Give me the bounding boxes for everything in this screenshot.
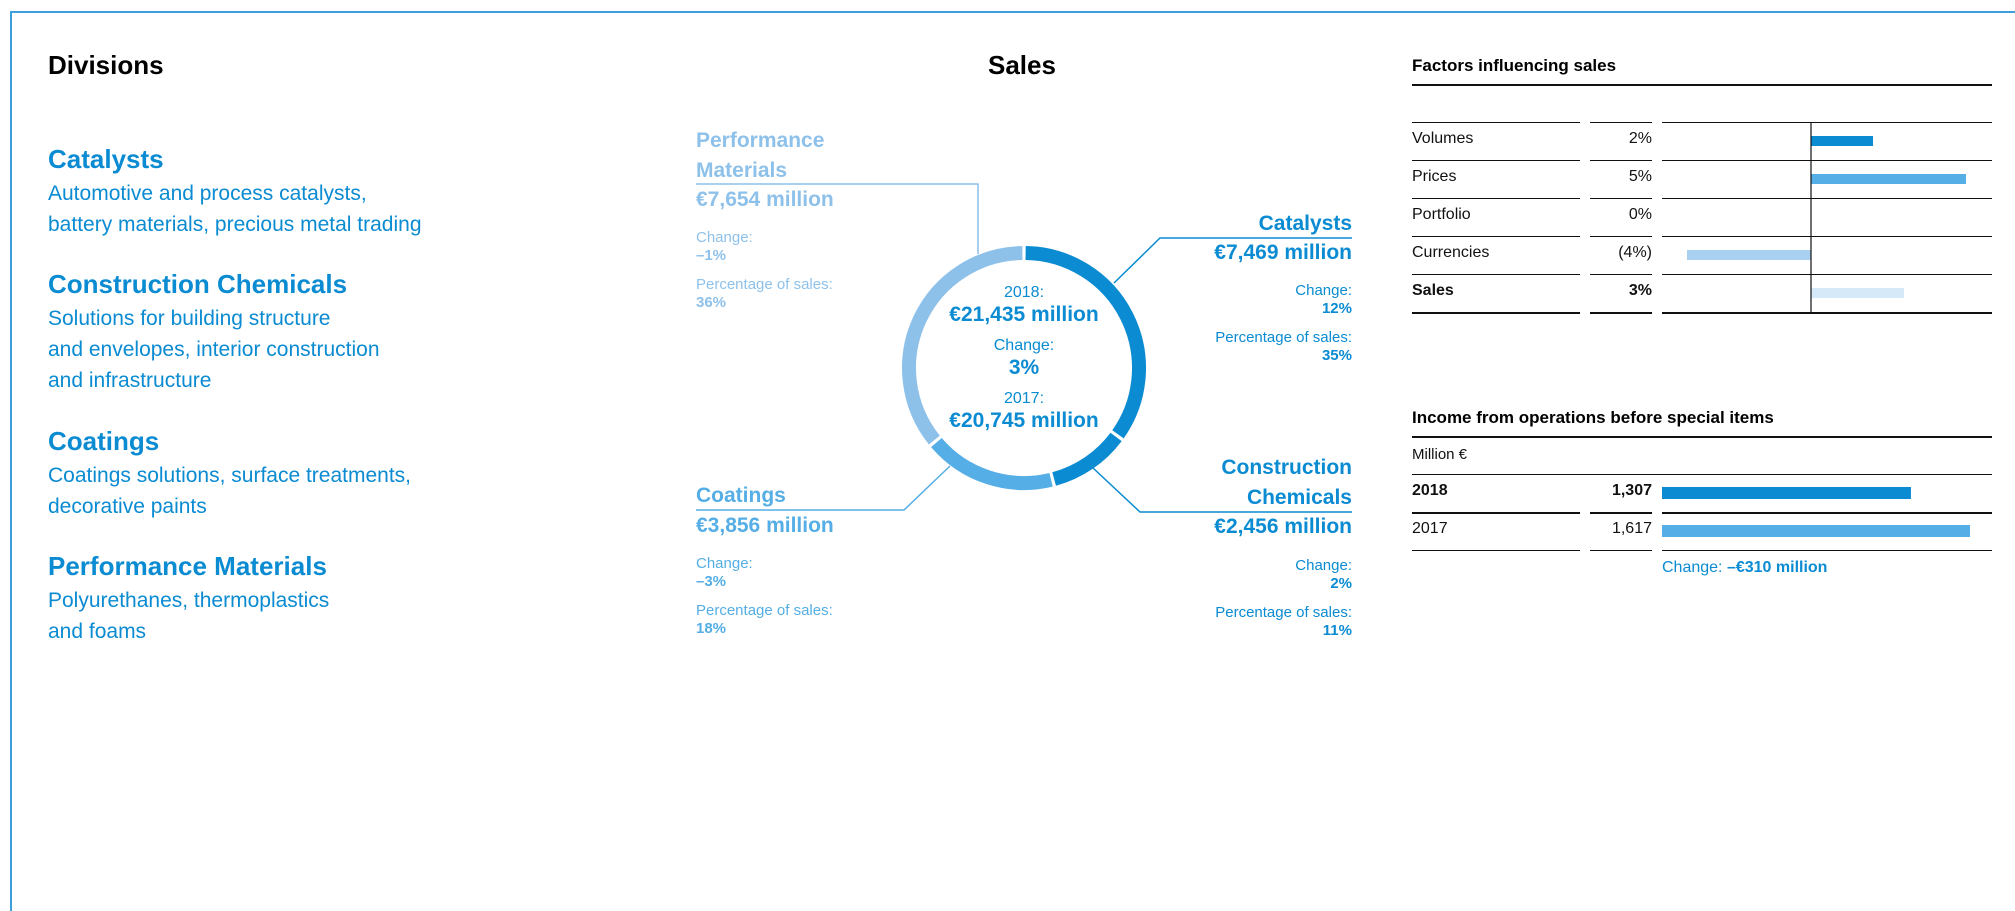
income-value: 1,617 (1611, 520, 1652, 537)
income-row-rule (1662, 550, 1992, 551)
factors-title: Factors influencing sales (1412, 56, 1617, 75)
income-bars (1662, 487, 1970, 537)
segment-title-performance-materials: Performance Materials (696, 126, 824, 186)
factor-bar-sales (1811, 288, 1904, 298)
change-label: Change: (1295, 557, 1352, 574)
factors-title-rule (1412, 84, 1992, 86)
factors-bar-group (1687, 136, 1966, 298)
factor-bar-currencies (1687, 250, 1811, 260)
factor-value: 5% (1628, 168, 1652, 185)
title-line: Materials (696, 159, 788, 182)
segment-pct-construction-chemicals: Percentage of sales: 11% (1152, 604, 1352, 640)
factor-label: Prices (1412, 168, 1457, 185)
factor-bar-volumes (1811, 136, 1873, 146)
segment-change-coatings: Change: –3% (696, 555, 753, 591)
center-change-value: 3% (1008, 356, 1040, 379)
change-value: 2% (1330, 575, 1352, 592)
change-value: –1% (696, 247, 727, 264)
income-unit: Million € (1412, 446, 1468, 463)
segment-title-coatings: Coatings (696, 484, 786, 507)
income-change-value: –€310 million (1726, 559, 1828, 576)
segment-pct-coatings: Percentage of sales: 18% (696, 602, 833, 638)
income-year-label: 2017 (1412, 520, 1448, 537)
pct-value: 36% (696, 294, 727, 311)
pct-value: 18% (696, 620, 727, 637)
segment-title-catalysts: Catalysts (1258, 212, 1352, 235)
factor-row-rule (1412, 274, 1580, 275)
factor-header-rule (1412, 122, 1580, 123)
income-bar-group (1662, 487, 1970, 537)
center-year2-label: 2017: (1003, 390, 1045, 407)
factor-row-rule (1590, 274, 1652, 275)
pct-value: 35% (1321, 347, 1352, 364)
factor-label: Sales (1412, 282, 1454, 299)
pct-value: 11% (1322, 622, 1352, 639)
center-change-label: Change: (993, 337, 1055, 354)
factor-row-rule (1412, 198, 1580, 199)
segment-value-performance-materials: €7,654 million (696, 188, 834, 211)
factor-row-rule (1412, 312, 1580, 314)
pct-label: Percentage of sales: (1215, 329, 1352, 346)
income-change-label: Change: (1662, 559, 1723, 576)
factor-label: Volumes (1412, 130, 1474, 147)
change-label: Change: (696, 555, 753, 572)
segment-title-construction-chemicals: Construction Chemicals (1152, 453, 1352, 513)
segment-pct-catalysts: Percentage of sales: 35% (1152, 329, 1352, 365)
factor-row-rule (1412, 236, 1580, 237)
income-value: 1,307 (1611, 482, 1652, 499)
title-line: Construction (1221, 456, 1352, 479)
factors-bars (1687, 122, 1966, 312)
income-row-rule (1590, 550, 1652, 551)
change-value: 12% (1321, 300, 1352, 317)
pct-label: Percentage of sales: (696, 602, 833, 619)
segment-value-catalysts: €7,469 million (1214, 241, 1352, 264)
income-bar-2017 (1662, 525, 1970, 537)
change-label: Change: (696, 229, 753, 246)
title-line: Chemicals (1246, 486, 1352, 509)
donut-slice-construction-chemicals (1052, 432, 1122, 486)
factor-header-rule (1590, 122, 1652, 123)
factor-row-rule (1590, 198, 1652, 199)
segment-change-catalysts: Change: 12% (1152, 282, 1352, 318)
factor-label: Portfolio (1412, 206, 1471, 223)
factor-value: (4%) (1618, 244, 1652, 261)
center-year1-value: €21,435 million (949, 303, 1099, 326)
change-value: –3% (696, 573, 727, 590)
factor-label: Currencies (1412, 244, 1490, 261)
income-title-rule (1412, 436, 1992, 438)
income-year-label: 2018 (1412, 482, 1448, 499)
income-title: Income from operations before special it… (1412, 408, 1774, 427)
factor-row-rule (1590, 312, 1652, 314)
pct-label: Percentage of sales: (1215, 604, 1352, 621)
income-change: Change: –€310 million (1662, 559, 1827, 577)
factor-value: 0% (1628, 206, 1652, 223)
segment-change-construction-chemicals: Change: 2% (1152, 557, 1352, 593)
donut-slice-coatings (931, 437, 1053, 490)
income-bar-2018 (1662, 487, 1911, 499)
center-year2-value: €20,745 million (949, 409, 1099, 432)
segment-pct-performance-materials: Percentage of sales: 36% (696, 276, 833, 312)
factor-row-rule (1590, 160, 1652, 161)
donut-center: 2018: €21,435 million Change: 3% 2017: €… (904, 284, 1144, 433)
title-line: Performance (696, 129, 825, 152)
segment-change-performance-materials: Change: –1% (696, 229, 753, 265)
center-year1-label: 2018: (1003, 284, 1045, 301)
change-label: Change: (1295, 282, 1352, 299)
factor-value: 3% (1628, 282, 1652, 299)
factor-row-rule (1412, 160, 1580, 161)
factor-row-rule (1590, 236, 1652, 237)
factor-bar-prices (1811, 174, 1966, 184)
segment-value-coatings: €3,856 million (696, 514, 834, 537)
income-row-rule (1590, 512, 1652, 514)
pct-label: Percentage of sales: (696, 276, 833, 293)
segment-value-construction-chemicals: €2,456 million (1214, 515, 1352, 538)
income-row-rule (1412, 550, 1580, 551)
income-row-rule (1412, 512, 1580, 514)
factor-value: 2% (1628, 130, 1652, 147)
